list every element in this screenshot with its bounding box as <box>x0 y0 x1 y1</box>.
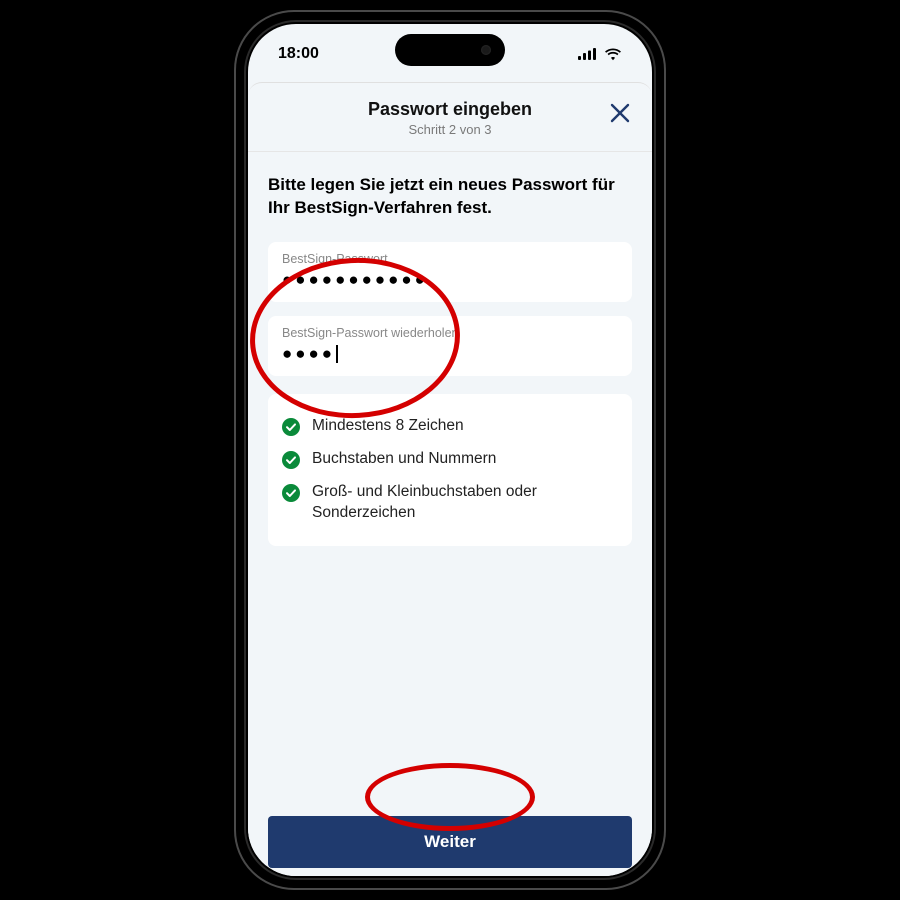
password-repeat-field[interactable]: BestSign-Passwort wiederholen ●●●● <box>268 316 632 376</box>
phone-frame: 18:00 Passwor <box>234 10 666 890</box>
content-sheet: Passwort eingeben Schritt 2 von 3 Bitte … <box>248 82 652 876</box>
check-icon <box>282 418 300 436</box>
status-time: 18:00 <box>278 45 319 63</box>
text-cursor-icon <box>336 345 338 363</box>
wifi-icon <box>604 48 622 61</box>
check-icon <box>282 484 300 502</box>
password-value: ●●●●●●●●●●● <box>282 270 618 290</box>
rule-item: Groß- und Kleinbuchstaben oder Sonderzei… <box>282 476 618 530</box>
rule-text: Buchstaben und Nummern <box>312 449 496 470</box>
password-repeat-label: BestSign-Passwort wiederholen <box>282 326 618 340</box>
check-icon <box>282 451 300 469</box>
sheet-header: Passwort eingeben Schritt 2 von 3 <box>248 83 652 152</box>
rule-item: Buchstaben und Nummern <box>282 443 618 476</box>
phone-inner: 18:00 Passwor <box>244 20 656 880</box>
rule-item: Mindestens 8 Zeichen <box>282 410 618 443</box>
sheet-body: Bitte legen Sie jetzt ein neues Passwort… <box>248 152 652 876</box>
close-icon <box>610 103 630 123</box>
password-rules: Mindestens 8 Zeichen Buchstaben und Numm… <box>268 394 632 546</box>
dynamic-island <box>395 34 505 66</box>
rule-text: Mindestens 8 Zeichen <box>312 416 464 437</box>
continue-button[interactable]: Weiter <box>268 816 632 868</box>
password-field[interactable]: BestSign-Passwort ●●●●●●●●●●● <box>268 242 632 302</box>
password-label: BestSign-Passwort <box>282 252 618 266</box>
page-title: Passwort eingeben <box>268 99 632 120</box>
rule-text: Groß- und Kleinbuchstaben oder Sonderzei… <box>312 482 618 524</box>
screen: 18:00 Passwor <box>248 24 652 876</box>
instruction-text: Bitte legen Sie jetzt ein neues Passwort… <box>268 174 632 220</box>
cellular-icon <box>578 48 598 60</box>
step-label: Schritt 2 von 3 <box>268 122 632 137</box>
password-repeat-value: ●●●● <box>282 344 618 364</box>
camera-icon <box>481 45 491 55</box>
close-button[interactable] <box>606 99 634 127</box>
